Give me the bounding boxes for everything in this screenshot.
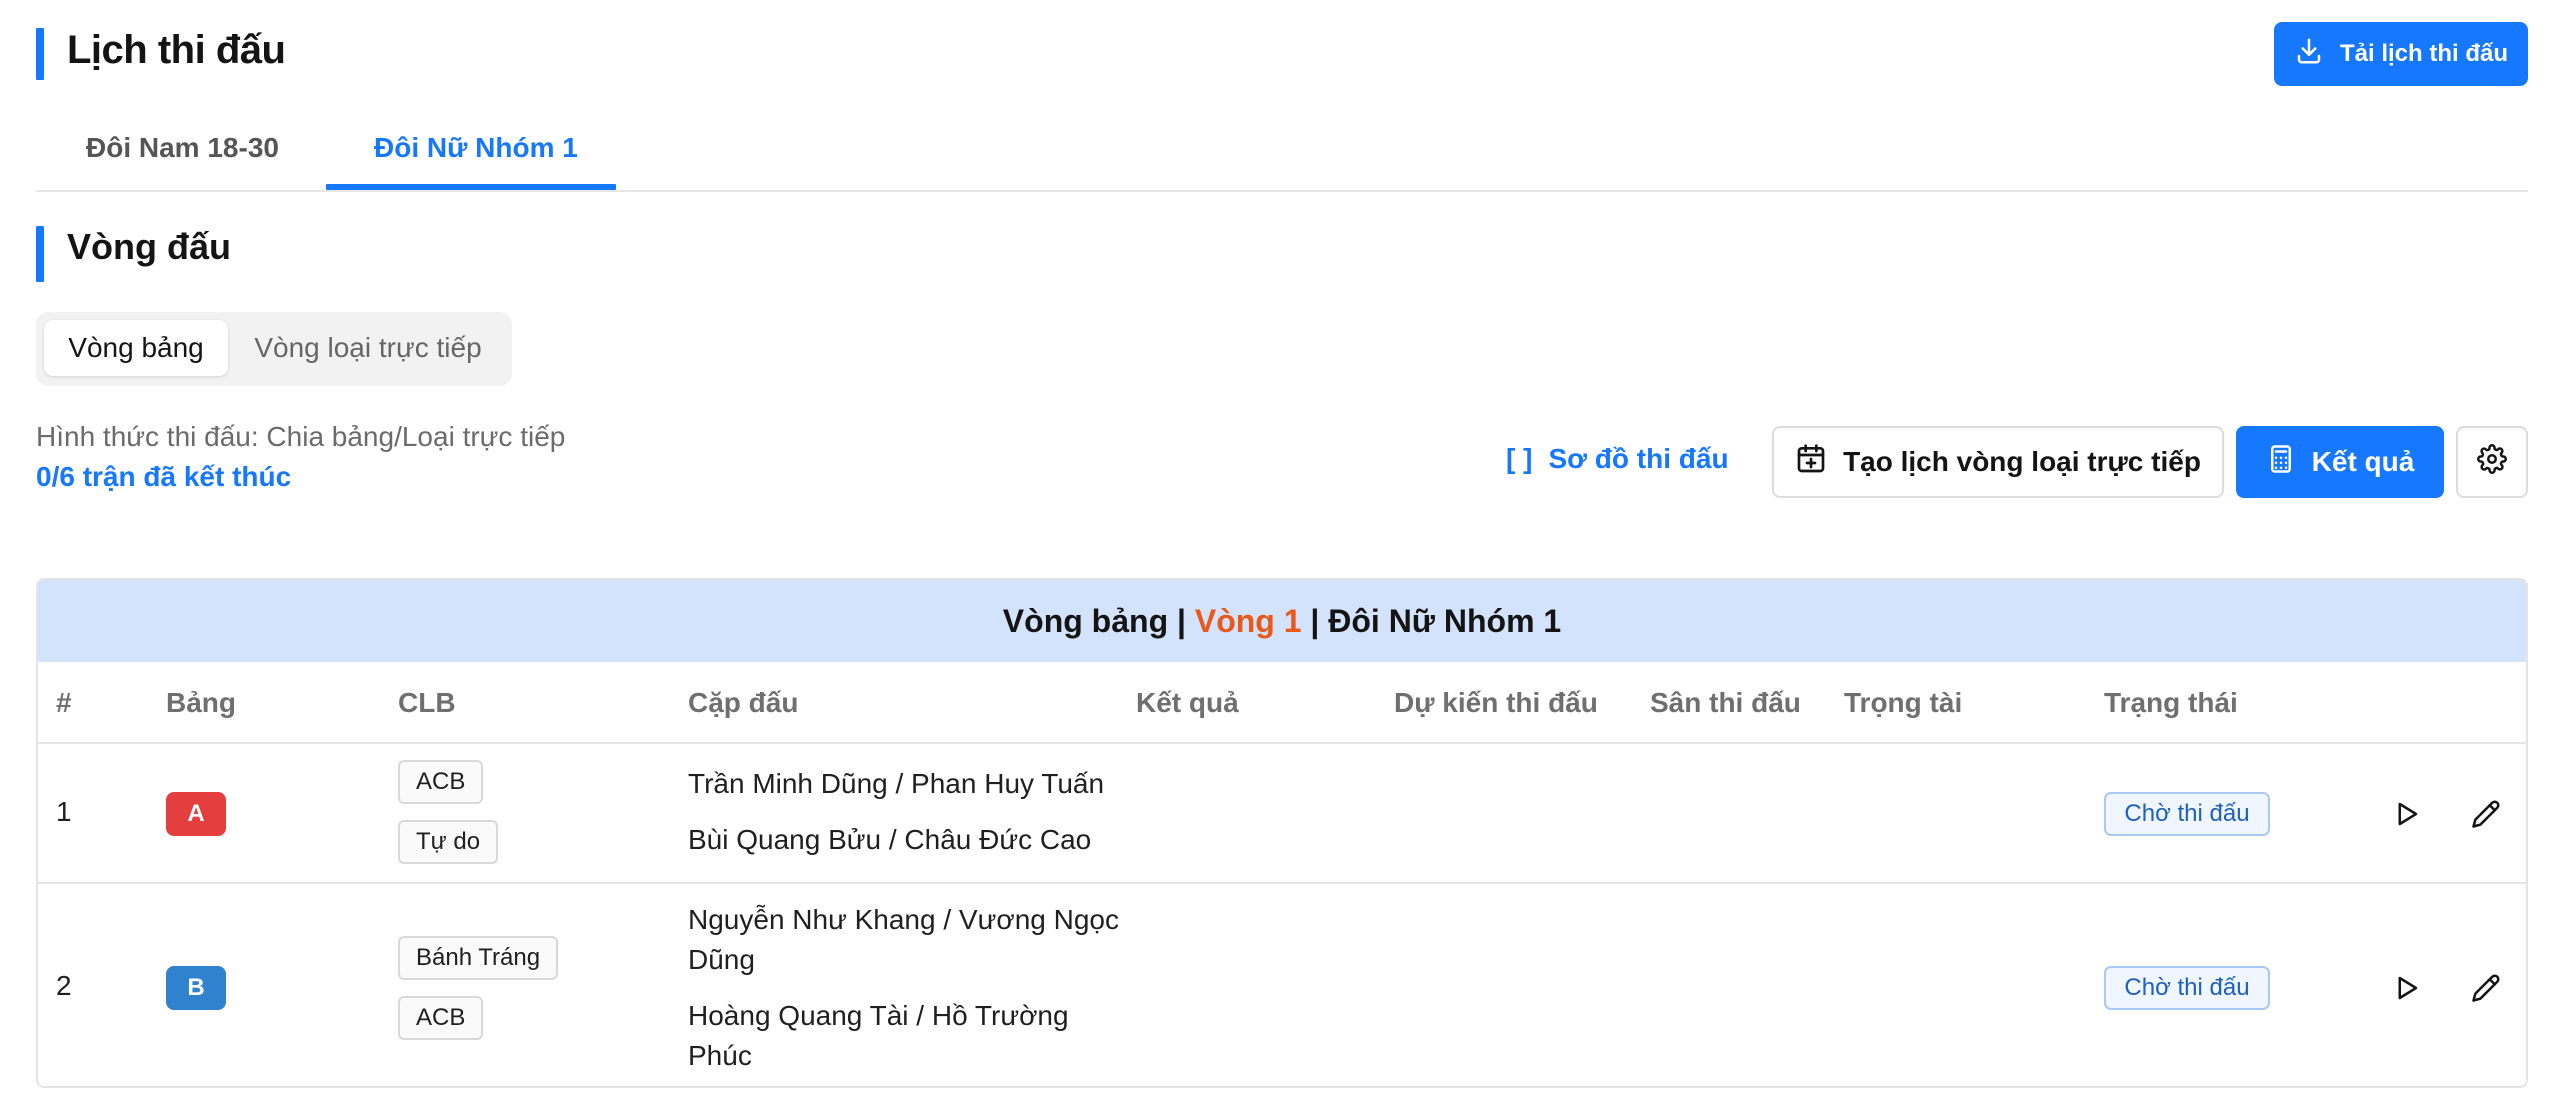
match-progress-text: 0/6 trận đã kết thúc — [36, 461, 292, 492]
edit-match-button[interactable] — [2464, 792, 2508, 836]
pencil-icon — [2472, 800, 2500, 828]
row-index: 1 — [56, 796, 72, 827]
pair-name: Hoàng Quang Tài / Hồ Trường Phúc — [688, 1000, 1069, 1071]
bracket-icon: [ ] — [1506, 443, 1533, 474]
create-label: Tạo lịch vòng loại trực tiếp — [1843, 446, 2201, 477]
caption-group: Đôi Nữ Nhóm 1 — [1328, 602, 1562, 639]
column-header-pair: Cặp đấu — [688, 687, 799, 718]
play-icon — [2398, 976, 2418, 1000]
bracket-label: Sơ đồ thi đấu — [1548, 443, 1729, 474]
active-tab-indicator — [326, 184, 616, 190]
start-match-button[interactable] — [2384, 966, 2428, 1010]
column-header-status: Trạng thái — [2104, 687, 2238, 718]
stage-segmented-control: Vòng bảng Vòng loại trực tiếp — [36, 312, 512, 386]
group-badge: B — [166, 966, 226, 1010]
column-header-club: CLB — [398, 687, 456, 718]
column-header-scheduled: Dự kiến thi đấu — [1394, 687, 1598, 718]
pair-name: Bùi Quang Bửu / Châu Đức Cao — [688, 824, 1092, 855]
page-header: Lịch thi đấu Tải lịch thi đấu — [36, 22, 2528, 86]
settings-button[interactable] — [2456, 426, 2528, 498]
status-badge: Chờ thi đấu — [2104, 966, 2270, 1010]
club-tag: Bánh Tráng — [398, 936, 559, 980]
table-row: 2 B Bánh Tráng ACB Nguyễn Như Khang / Vư… — [38, 886, 2526, 1086]
match-table: Vòng bảng | Vòng 1 | Đôi Nữ Nhóm 1 # Bản… — [36, 578, 2528, 1088]
title-accent-bar — [36, 28, 44, 80]
column-header-court: Sân thi đấu — [1650, 687, 1801, 718]
download-label: Tải lịch thi đấu — [2339, 40, 2508, 67]
gear-icon — [2477, 443, 2507, 481]
column-header-result: Kết quả — [1136, 687, 1239, 718]
club-tag: ACB — [398, 996, 484, 1040]
bracket-link[interactable]: [ ] Sơ đồ thi đấu — [1506, 443, 1729, 475]
club-tag: ACB — [398, 760, 484, 804]
caption-round: Vòng 1 — [1194, 602, 1302, 639]
pair-name: Nguyễn Như Khang / Vương Ngọc Dũng — [688, 904, 1119, 975]
segment-knockout-stage[interactable]: Vòng loại trực tiếp — [232, 320, 504, 376]
pencil-icon — [2472, 974, 2500, 1002]
segment-group-stage[interactable]: Vòng bảng — [44, 320, 228, 376]
club-tag: Tự do — [398, 820, 499, 864]
section-accent-bar — [36, 226, 44, 282]
table-header: # Bảng CLB Cặp đấu Kết quả Dự kiến thi đ… — [38, 662, 2526, 744]
section-title: Vòng đấu — [67, 226, 231, 267]
column-header-referee: Trọng tài — [1844, 687, 1963, 718]
edit-match-button[interactable] — [2464, 966, 2508, 1010]
calendar-icon — [1795, 443, 1827, 482]
pair-name: Trần Minh Dũng / Phan Huy Tuấn — [688, 768, 1105, 799]
table-row: 1 A ACB Tự do Trần Minh Dũng / Phan Huy … — [38, 744, 2526, 884]
tab-doi-nam-18-30[interactable]: Đôi Nam 18-30 — [86, 132, 279, 164]
format-text: Hình thức thi đấu: Chia bảng/Loại trực t… — [36, 421, 566, 452]
play-icon — [2398, 802, 2418, 826]
download-icon — [2294, 36, 2324, 73]
column-header-index: # — [56, 687, 72, 718]
category-tabs: Đôi Nam 18-30 Đôi Nữ Nhóm 1 — [36, 118, 2528, 192]
caption-stage: Vòng bảng — [1002, 602, 1169, 639]
page-title: Lịch thi đấu — [67, 28, 286, 72]
tab-doi-nu-nhom-1[interactable]: Đôi Nữ Nhóm 1 — [374, 132, 578, 164]
results-label: Kết quả — [2311, 446, 2415, 477]
results-button[interactable]: Kết quả — [2236, 426, 2444, 498]
caption-separator: | — [1168, 602, 1195, 639]
download-schedule-button[interactable]: Tải lịch thi đấu — [2274, 22, 2528, 86]
row-index: 2 — [56, 970, 72, 1001]
group-badge: A — [166, 792, 226, 836]
status-badge: Chờ thi đấu — [2104, 792, 2270, 836]
calculator-icon — [2266, 444, 2296, 481]
table-caption: Vòng bảng | Vòng 1 | Đôi Nữ Nhóm 1 — [38, 580, 2526, 662]
caption-separator: | — [1301, 602, 1329, 639]
column-header-group: Bảng — [166, 687, 236, 718]
start-match-button[interactable] — [2384, 792, 2428, 836]
create-knockout-schedule-button[interactable]: Tạo lịch vòng loại trực tiếp — [1772, 426, 2224, 498]
